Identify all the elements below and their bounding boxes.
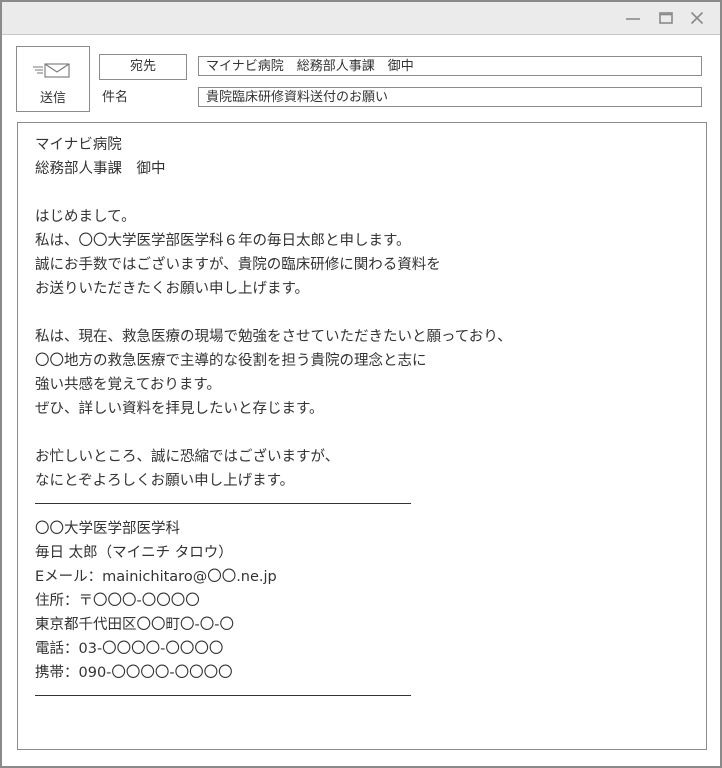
subject-label: 件名	[102, 90, 129, 105]
body-line: ぜひ、詳しい資料を拝見したいと存じます。	[35, 401, 324, 417]
subject-field[interactable]: 貴院臨床研修資料送付のお願い	[198, 87, 702, 107]
mail-compose-window: 送信 宛先 マイナビ病院 総務部人事課 御中 件名 貴院臨床研修資料送付のお願い…	[0, 0, 722, 768]
close-icon	[690, 11, 704, 25]
signature-divider-top	[35, 503, 411, 504]
to-address-button[interactable]: 宛先	[99, 54, 187, 80]
send-button-label: 送信	[39, 91, 66, 106]
signature-divider-bottom	[35, 695, 411, 696]
body-line: 私は、〇〇大学医学部医学科６年の毎日太郎と申します。	[35, 233, 411, 249]
body-line: 誠にお手数ではございますが、貴院の臨床研修に関わる資料を	[35, 257, 441, 273]
signature-line: 〇〇大学医学部医学科	[35, 521, 180, 537]
to-field[interactable]: マイナビ病院 総務部人事課 御中	[198, 56, 702, 76]
body-line: お忙しいところ、誠に恐縮ではございますが、	[35, 449, 340, 465]
close-button[interactable]	[688, 9, 706, 27]
addressee-line: マイナビ病院	[35, 137, 122, 153]
body-line: なにとぞよろしくお願い申し上げます。	[35, 473, 295, 489]
body-line: 私は、現在、救急医療の現場で勉強をさせていただきたいと願っており、	[35, 329, 512, 345]
body-line: お送りいただきたくお願い申し上げます。	[35, 281, 310, 297]
message-body-text: マイナビ病院 総務部人事課 御中 はじめまして。 私は、〇〇大学医学部医学科６年…	[35, 133, 512, 696]
addressee-line: 総務部人事課 御中	[35, 161, 166, 177]
message-body[interactable]: マイナビ病院 総務部人事課 御中 はじめまして。 私は、〇〇大学医学部医学科６年…	[17, 122, 707, 750]
signature-line: 毎日 太郎（マイニチ タロウ）	[35, 545, 233, 561]
signature-line: 東京都千代田区〇〇町〇-〇-〇	[35, 617, 234, 633]
body-line: 〇〇地方の救急医療で主導的な役割を担う貴院の理念と志に	[35, 353, 427, 369]
signature-line: 携帯：090-〇〇〇〇-〇〇〇〇	[35, 665, 233, 681]
maximize-icon	[659, 12, 673, 24]
maximize-button[interactable]	[657, 9, 675, 27]
signature-line: 住所：〒〇〇〇-〇〇〇〇	[35, 593, 200, 609]
signature-line: 電話：03-〇〇〇〇-〇〇〇〇	[35, 641, 224, 657]
envelope-icon	[33, 63, 70, 78]
signature-line: Eメール：mainichitaro@〇〇.ne.jp	[35, 569, 277, 585]
minimize-button[interactable]	[624, 9, 642, 27]
body-line: はじめまして。	[35, 209, 136, 225]
body-line: 強い共感を覚えております。	[35, 377, 221, 393]
title-bar	[2, 2, 720, 35]
send-button[interactable]: 送信	[16, 46, 90, 112]
minimize-icon	[626, 18, 640, 20]
